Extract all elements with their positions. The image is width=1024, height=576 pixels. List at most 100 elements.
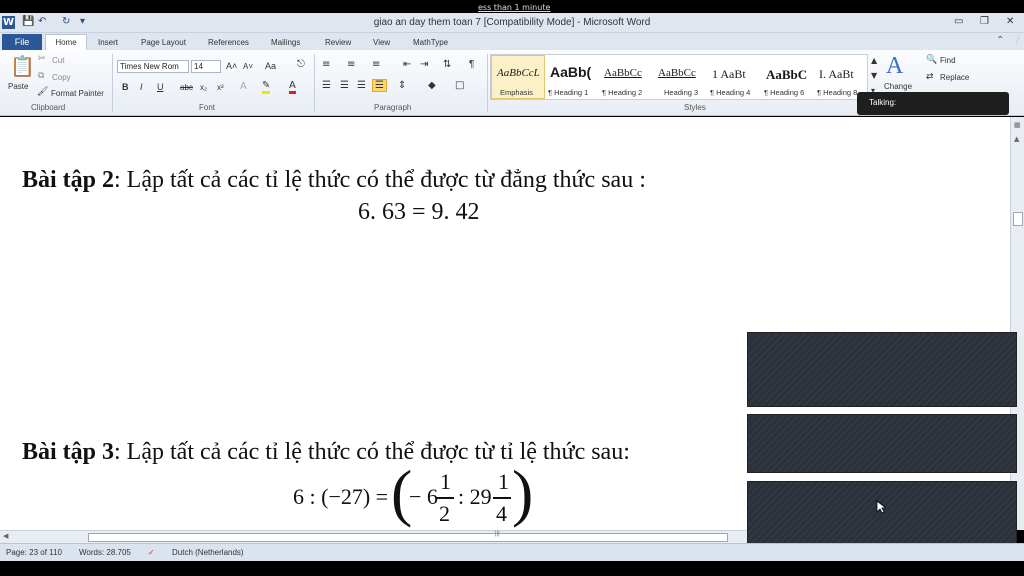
exercise-3-heading: Bài tập 3: Lập tất cả các tỉ lệ thức có … [22,439,630,466]
style-emphasis-name[interactable]: Emphasis [500,88,533,97]
align-right-icon[interactable]: ☰ [357,80,366,91]
shading-icon[interactable]: ◆ [428,80,436,91]
sort-icon[interactable]: ⇅ [443,59,451,70]
text-effects-icon[interactable]: A [240,81,247,92]
font-color-icon[interactable]: A [289,80,296,94]
replace-button[interactable]: Replace [940,73,969,82]
help-icon[interactable]: ❔ [1010,35,1022,46]
style-heading4-name[interactable]: ¶ Heading 4 [710,88,750,97]
horizontal-scrollbar[interactable]: ◀ ||| [0,530,747,543]
minimize-icon[interactable]: ▭ [954,16,963,27]
bullets-icon[interactable]: ≡ [322,59,330,70]
title-bar: W 💾 ↶ ↻ ▾ giao an day them toan 7 [Compa… [0,13,1024,33]
style-heading4-sample[interactable]: 1 AaBt [712,67,746,82]
tab-references[interactable]: References [208,35,249,50]
numbering-icon[interactable]: ≡ [347,59,355,70]
tab-file[interactable]: File [2,34,42,50]
style-emphasis-sample[interactable]: AaBbCcL [497,67,540,79]
ribbon-tabs: File Home Insert Page Layout References … [0,33,1024,50]
line-spacing-icon[interactable]: ⇕ [398,80,406,91]
underline-button[interactable]: U [157,82,164,92]
styles-scroll-down-icon[interactable]: ▼ [871,71,877,80]
restore-icon[interactable]: ❐ [980,16,989,27]
tab-view[interactable]: View [373,35,390,50]
scroll-grip-icon: ||| [495,531,500,537]
change-case-button[interactable]: Aa [265,61,276,71]
change-styles-button[interactable]: Change [884,82,912,91]
style-heading6-sample[interactable]: AaBbC [766,67,807,83]
tab-page-layout[interactable]: Page Layout [141,35,186,50]
strikethrough-button[interactable]: abc [180,83,193,92]
decrease-indent-icon[interactable]: ⇤ [403,59,411,70]
word-count[interactable]: Words: 28.705 [79,548,131,557]
align-center-icon[interactable]: ☰ [340,80,349,91]
replace-icon[interactable]: ⇄ [926,72,934,82]
shrink-font-button[interactable]: A˅ [243,62,253,71]
vertical-scroll-thumb[interactable] [1013,212,1023,226]
multilevel-list-icon[interactable]: ≡ [372,59,380,70]
formula-close-paren: ) [512,457,534,528]
close-icon[interactable]: ✕ [1006,16,1014,27]
superscript-button[interactable]: x² [217,83,224,92]
borders-icon[interactable]: □ [455,80,464,91]
style-heading3-name[interactable]: Heading 3 [664,88,698,97]
grow-font-button[interactable]: A˄ [226,61,237,71]
exercise-2-label: Bài tập 2 [22,167,115,193]
find-icon[interactable]: 🔍 [926,55,937,65]
styles-gallery: AaBbCcL Emphasis AaBb( ¶ Heading 1 AaBbC… [490,54,868,100]
scroll-up-icon[interactable]: ▲ [1014,135,1019,143]
show-hide-button[interactable]: ¶ [469,59,474,70]
page-count[interactable]: Page: 23 of 110 [6,548,62,557]
font-name-select[interactable]: Times New Rom [117,60,189,73]
align-left-icon[interactable]: ☰ [322,80,331,91]
highlight-color-icon[interactable]: ✎ [262,80,271,94]
clear-formatting-icon[interactable]: ⎋ [297,59,305,70]
font-size-select[interactable]: 14 [191,60,221,73]
style-heading2-name[interactable]: ¶ Heading 2 [602,88,642,97]
exercise-2-heading: Bài tập 2: Lập tất cả các tỉ lệ thức có … [22,167,646,194]
tab-mailings[interactable]: Mailings [271,35,300,50]
find-button[interactable]: Find [940,56,956,65]
increase-indent-icon[interactable]: ⇥ [420,59,428,70]
tab-home[interactable]: Home [45,34,87,50]
ruler-toggle-icon[interactable]: ▦ [1014,121,1021,129]
bottom-bar [0,561,1024,576]
clipboard-group-label: Clipboard [31,103,66,112]
exercise-2-text: : Lập tất cả các tỉ lệ thức có thể được … [114,167,646,193]
mouse-pointer-icon [876,500,886,514]
horizontal-scroll-thumb[interactable] [88,533,728,542]
formula-middle: : 29 [458,484,492,509]
recording-bar: ess than 1 minute [0,0,1024,13]
style-heading8-sample[interactable]: I. AaBt [819,67,854,82]
style-heading2-sample[interactable]: AaBbCc [604,67,642,79]
style-heading1-sample[interactable]: AaBb( [550,64,591,80]
cut-button[interactable]: Cut [52,56,64,65]
format-painter-button[interactable]: Format Painter [51,89,104,98]
cut-icon[interactable]: ✂ [38,54,46,64]
tab-review[interactable]: Review [325,35,351,50]
copy-button[interactable]: Copy [52,73,71,82]
style-heading8-name[interactable]: ¶ Heading 8 [817,88,857,97]
proofing-icon[interactable]: ✓ [148,548,155,557]
justify-icon[interactable]: ☰ [372,79,387,92]
bold-button[interactable]: B [122,82,129,92]
window-title: giao an day them toan 7 [Compatibility M… [373,17,651,28]
style-heading3-sample[interactable]: AaBbCc [658,67,696,79]
scroll-left-icon[interactable]: ◀ [3,532,8,540]
paste-button[interactable]: Paste [8,82,28,91]
subscript-button[interactable]: x₂ [200,83,207,92]
minimize-ribbon-icon[interactable]: ⌃ [996,35,1004,46]
tab-insert[interactable]: Insert [98,35,118,50]
paste-icon[interactable]: 📋 [10,54,35,78]
fraction-1-bar [436,497,454,499]
tab-mathtype[interactable]: MathType [413,35,448,50]
language-indicator[interactable]: Dutch (Netherlands) [172,548,244,557]
italic-button[interactable]: I [140,82,143,92]
styles-scroll-up-icon[interactable]: ▲ [871,56,877,65]
style-heading1-name[interactable]: ¶ Heading 1 [548,88,588,97]
status-bar: Page: 23 of 110 Words: 28.705 ✓ Dutch (N… [0,543,1024,561]
change-styles-icon[interactable]: A [886,53,903,80]
style-heading6-name[interactable]: ¶ Heading 6 [764,88,804,97]
copy-icon[interactable]: ⧉ [38,71,44,81]
format-painter-icon[interactable]: 🖌 [37,87,48,97]
